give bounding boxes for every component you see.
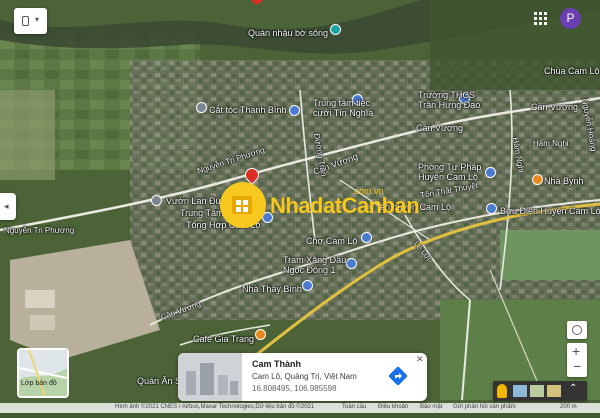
market-poi-icon[interactable]	[361, 232, 372, 243]
salon-poi-icon[interactable]	[196, 102, 207, 113]
privacy-link[interactable]: Bảo mật	[420, 404, 442, 410]
place-label[interactable]: cưới Tín Nghĩa	[313, 108, 373, 118]
layers-menu-button[interactable]: ▾	[14, 8, 47, 34]
expand-icon[interactable]: ⌃	[569, 383, 577, 394]
feedback-link[interactable]: Gửi phản hồi sản phẩm	[453, 404, 516, 410]
place-label[interactable]: Chùa Cam Lộ	[544, 66, 600, 76]
scale-label: 200 m	[560, 404, 577, 410]
imagery-strip[interactable]: ⌃	[493, 381, 587, 401]
place-label[interactable]: Nhà Bynh	[544, 176, 584, 186]
terms-link[interactable]: Điều khoản	[378, 404, 408, 410]
road-label: Hàm Nghi	[533, 139, 569, 148]
account-avatar[interactable]: P	[560, 8, 581, 29]
government-poi-icon[interactable]	[485, 167, 496, 178]
place-coordinates: 16.808495, 106.985598	[252, 384, 337, 393]
crosshair-icon	[572, 325, 582, 335]
collapse-panel-button[interactable]: ◂	[0, 193, 16, 220]
close-icon[interactable]: ✕	[416, 354, 424, 365]
place-label[interactable]: Cắt tóc Thanh Bình	[209, 105, 286, 115]
shopping-poi-icon[interactable]	[151, 195, 162, 206]
imagery-attribution: Hình ảnh ©2021 CNES / Airbus,Maxar Techn…	[115, 404, 315, 410]
place-label[interactable]: Trung Tâm	[180, 208, 224, 218]
thumbnail[interactable]	[547, 385, 561, 397]
place-label[interactable]: Phòng Tư Pháp	[418, 162, 481, 172]
chevron-down-icon: ▾	[35, 15, 40, 24]
place-label[interactable]: Bưu Điện Huyện Cam Lộ	[500, 206, 600, 216]
attribution-bar: Hình ảnh ©2021 CNES / Airbus,Maxar Techn…	[0, 403, 600, 413]
place-label[interactable]: Trần Hưng Đạo	[418, 100, 480, 110]
place-photo	[178, 353, 242, 401]
watermark-text: NhadatCanban	[270, 193, 420, 218]
zoom-in-button[interactable]: +	[572, 343, 580, 359]
gas-station-poi-icon[interactable]	[346, 258, 357, 269]
my-location-button[interactable]	[567, 321, 587, 339]
place-label[interactable]: Ngọc Đông 1	[283, 265, 336, 275]
cylinder-icon	[22, 16, 29, 26]
apps-grid-icon[interactable]	[534, 12, 548, 26]
watermark-domain: .com.vn	[352, 186, 384, 196]
home-poi-icon[interactable]	[302, 280, 313, 291]
place-label[interactable]: Trạm Xăng Dầu	[283, 255, 346, 265]
place-title: Cam Thành	[252, 359, 302, 369]
zoom-controls: + −	[567, 343, 587, 377]
map-layer-toggle[interactable]: Lớp bản đồ	[17, 348, 69, 398]
road-label: Cần Vương	[531, 102, 578, 112]
place-label[interactable]: Trường THCS	[418, 90, 475, 100]
place-label[interactable]: Quán nhậu bờ sông	[248, 28, 328, 38]
post-office-poi-icon[interactable]	[486, 203, 497, 214]
place-label[interactable]: Nhà Thầy Bình	[242, 284, 302, 294]
thumbnail[interactable]	[530, 385, 544, 397]
store-poi-icon[interactable]	[532, 174, 543, 185]
road-label: Nguyễn Tri Phương	[4, 226, 75, 235]
place-label[interactable]: Huyện Cam Lộ	[418, 172, 478, 182]
watermark-logo-icon	[220, 182, 266, 228]
layer-label: Lớp bản đồ	[21, 380, 57, 387]
place-label[interactable]: Chợ Cam Lộ	[306, 236, 357, 246]
global-link[interactable]: Toàn cầu	[342, 404, 366, 410]
road-label: Cần Vương	[416, 123, 463, 133]
school-poi-icon[interactable]	[289, 105, 300, 116]
place-info-card[interactable]: Cam Thành Cam Lộ, Quảng Trị, Việt Nam 16…	[178, 353, 427, 401]
satellite-map[interactable]: Quán nhậu bờ sông Chùa Cam Lộ Cần Vương …	[0, 0, 600, 413]
cafe-poi-icon[interactable]	[255, 329, 266, 340]
place-address: Cam Lộ, Quảng Trị, Việt Nam	[252, 372, 357, 381]
place-label[interactable]: Cafe Gia Trang	[193, 334, 254, 344]
chevron-left-icon: ◂	[4, 201, 9, 211]
zoom-out-button[interactable]: −	[573, 358, 581, 374]
restaurant-poi-icon[interactable]	[330, 24, 341, 35]
place-label[interactable]: Trung tâm tiệc	[313, 98, 370, 108]
thumbnail[interactable]	[513, 385, 527, 397]
directions-icon[interactable]	[388, 366, 408, 386]
pegman-icon[interactable]	[497, 384, 507, 398]
